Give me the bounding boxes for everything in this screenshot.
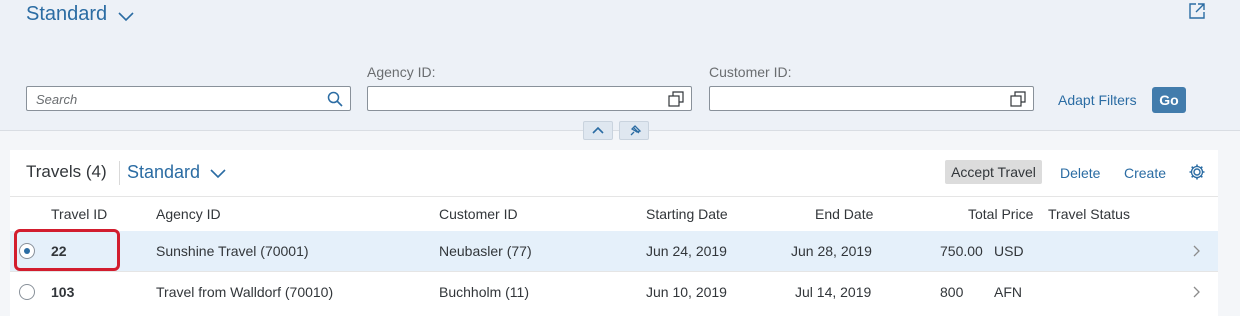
search-placeholder: Search <box>36 92 78 107</box>
cell-currency: USD <box>994 243 1024 259</box>
adapt-filters-button[interactable]: Adapt Filters <box>1058 92 1137 108</box>
table-header-divider <box>10 196 1218 197</box>
search-input[interactable]: Search <box>26 86 351 111</box>
chevron-right-icon[interactable] <box>1192 244 1202 263</box>
create-button[interactable]: Create <box>1124 165 1166 181</box>
table-variant-selector[interactable]: Standard <box>127 162 200 183</box>
cell-travel-id: 103 <box>51 284 75 300</box>
cell-start-date: Jun 24, 2019 <box>646 243 727 259</box>
column-header-starting-date[interactable]: Starting Date <box>646 206 728 222</box>
share-icon[interactable] <box>1188 2 1206 25</box>
cell-customer: Buchholm (11) <box>439 284 530 300</box>
column-header-total-price[interactable]: Total Price <box>968 206 1033 222</box>
cell-price: 800 <box>940 284 964 300</box>
cell-end-date: Jul 14, 2019 <box>795 284 872 300</box>
selection-highlight-box <box>14 229 120 271</box>
column-header-end-date[interactable]: End Date <box>815 206 873 222</box>
column-header-agency-id[interactable]: Agency ID <box>156 206 221 222</box>
chevron-down-icon[interactable] <box>208 166 228 187</box>
column-header-travel-status[interactable]: Travel Status <box>1048 206 1130 222</box>
table-title: Travels (4) <box>26 162 107 181</box>
column-header-customer-id[interactable]: Customer ID <box>439 206 518 222</box>
search-icon[interactable] <box>327 91 343 112</box>
column-header-travel-id[interactable]: Travel ID <box>51 206 107 222</box>
pin-header-button[interactable] <box>619 121 649 140</box>
value-help-icon[interactable] <box>668 91 684 112</box>
title-divider <box>119 161 120 185</box>
chevron-down-icon[interactable] <box>116 6 136 31</box>
cell-end-date: Jun 28, 2019 <box>791 243 872 259</box>
agency-id-label: Agency ID: <box>367 64 436 80</box>
cell-agency: Sunshine Travel (70001) <box>156 243 309 259</box>
cell-currency: AFN <box>994 284 1022 300</box>
go-button[interactable]: Go <box>1152 87 1186 113</box>
customer-id-field[interactable] <box>709 86 1034 111</box>
cell-price: 750.00 <box>940 243 983 259</box>
chevron-right-icon[interactable] <box>1192 285 1202 304</box>
agency-id-field[interactable] <box>367 86 692 111</box>
pin-icon <box>630 125 642 136</box>
collapse-header-button[interactable] <box>583 121 613 140</box>
cell-agency: Travel from Walldorf (70010) <box>156 284 334 300</box>
cell-start-date: Jun 10, 2019 <box>646 284 727 300</box>
gear-icon[interactable] <box>1188 163 1206 186</box>
customer-id-label: Customer ID: <box>709 64 792 80</box>
variant-selector-title[interactable]: Standard <box>26 3 107 26</box>
cell-customer: Neubasler (77) <box>439 243 532 259</box>
delete-button[interactable]: Delete <box>1060 165 1100 181</box>
row-radio[interactable] <box>19 284 35 300</box>
accept-travel-button[interactable]: Accept Travel <box>945 160 1042 184</box>
value-help-icon[interactable] <box>1010 91 1026 112</box>
